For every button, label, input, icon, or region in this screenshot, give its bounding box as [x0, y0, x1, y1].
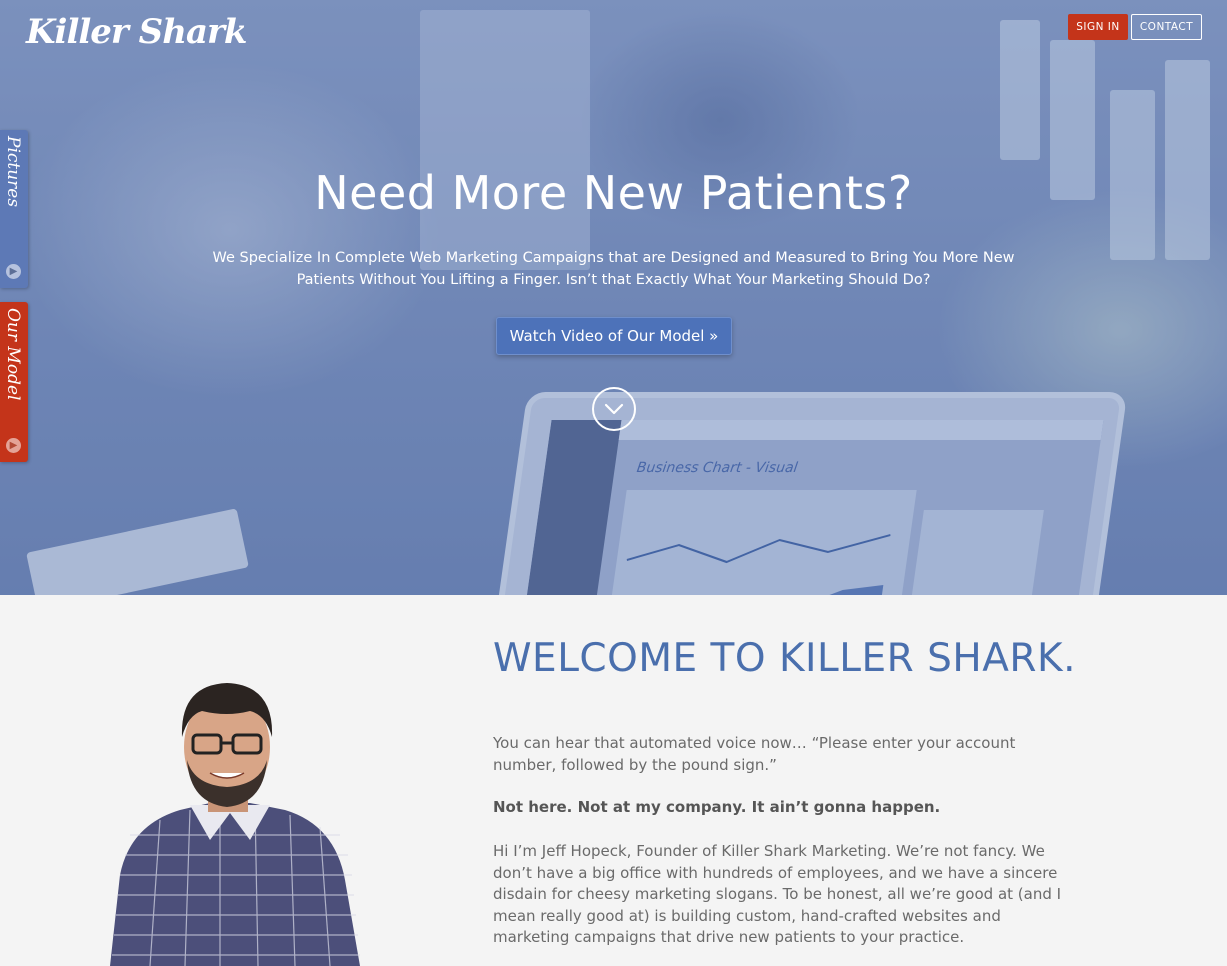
logo[interactable]: Killer Shark: [26, 12, 247, 52]
sign-in-button[interactable]: SIGN IN: [1068, 14, 1128, 40]
arrow-right-icon: ▶: [6, 264, 21, 279]
welcome-heading: WELCOME TO KILLER SHARK.: [493, 636, 1076, 681]
intro-paragraph: You can hear that automated voice now… “…: [493, 734, 1016, 774]
chevron-down-icon: [604, 403, 624, 415]
hero-section: Business Chart - Visual Killer Shark SIG…: [0, 0, 1227, 595]
founder-portrait: [110, 683, 360, 966]
side-tab-pictures[interactable]: Pictures ▶: [0, 130, 28, 288]
hero-title: Need More New Patients?: [314, 166, 913, 220]
side-tab-pictures-label: Pictures: [3, 136, 23, 208]
founder-paragraph: Hi I’m Jeff Hopeck, Founder of Killer Sh…: [493, 842, 1062, 946]
contact-button[interactable]: CONTACT: [1131, 14, 1202, 40]
arrow-right-icon: ▶: [6, 438, 21, 453]
scroll-down-button[interactable]: [592, 387, 636, 431]
side-tab-our-model-label: Our Model: [3, 308, 23, 401]
hero-overlay: [0, 0, 1227, 595]
watch-video-button[interactable]: Watch Video of Our Model »: [496, 317, 732, 355]
hero-subtitle: We Specialize In Complete Web Marketing …: [212, 250, 1015, 288]
side-tab-our-model[interactable]: Our Model ▶: [0, 302, 28, 462]
emphasis-paragraph: Not here. Not at my company. It ain’t go…: [493, 798, 941, 816]
